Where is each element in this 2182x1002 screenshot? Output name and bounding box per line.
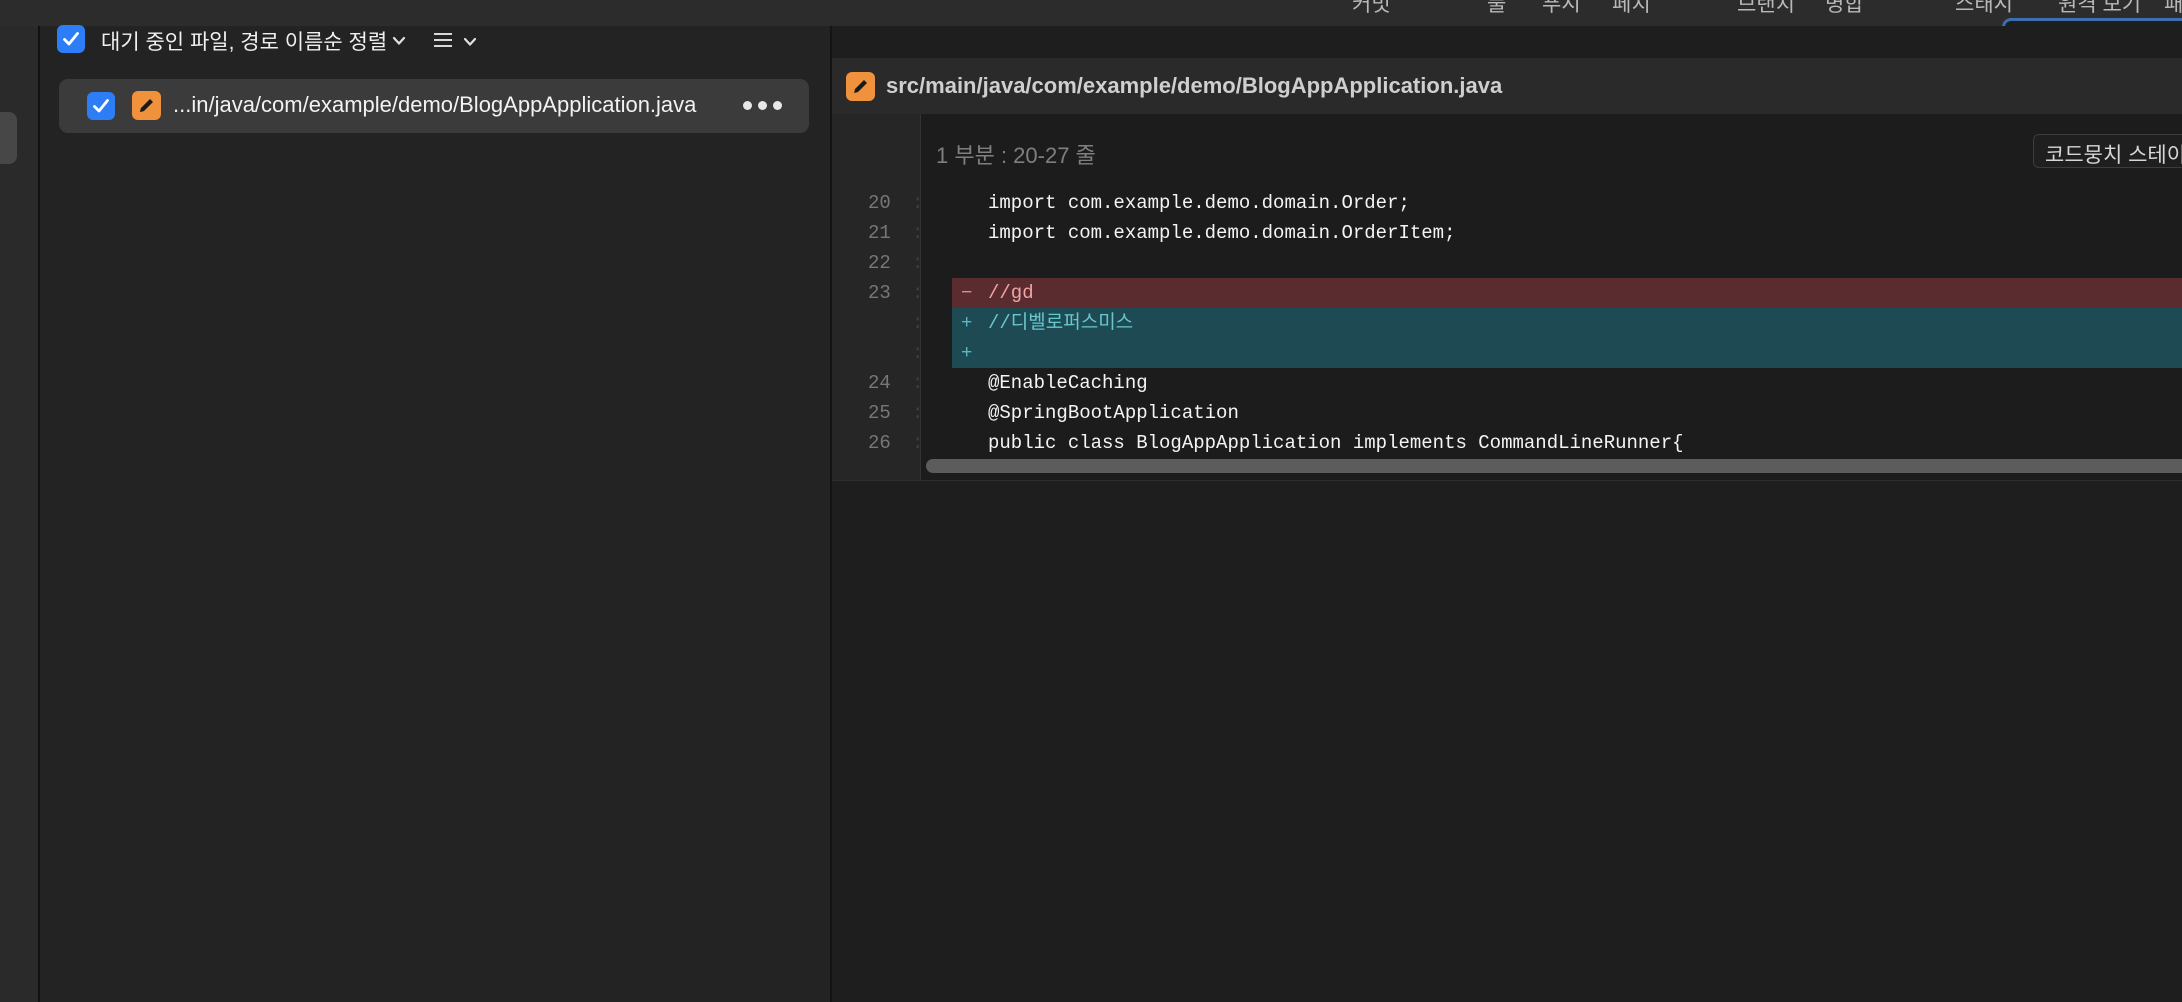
sidebar-rail <box>0 26 40 1002</box>
code-text: @SpringBootApplication <box>988 402 1239 424</box>
pencil-icon <box>854 80 867 93</box>
chevron-down-icon[interactable] <box>392 35 406 47</box>
code-line: 22: <box>832 248 2182 278</box>
line-number: 20 <box>868 192 891 214</box>
toolbar-pull-label[interactable]: 풀 <box>1487 0 1506 18</box>
toolbar-commit-label[interactable]: 커밋 <box>1352 0 1391 18</box>
toolbar-remote-label[interactable]: 원격 보기 <box>2058 0 2141 18</box>
sort-header: 대기 중인 파일, 경로 이름순 정렬 <box>40 25 830 56</box>
toolbar-branch-label[interactable]: 브랜치 <box>1737 0 1795 18</box>
code-line: 24: @EnableCaching <box>832 368 2182 398</box>
checkmark-icon <box>93 99 109 113</box>
more-dot-icon <box>773 101 782 110</box>
code-text: import com.example.demo.domain.OrderItem… <box>988 222 1456 244</box>
code-line-deleted: 23: − //gd <box>832 278 2182 308</box>
select-all-checkbox[interactable] <box>57 25 85 53</box>
scrollbar-thumb[interactable] <box>926 459 2182 473</box>
code-lines: 20: import com.example.demo.domain.Order… <box>832 188 2182 452</box>
code-text: import com.example.demo.domain.Order; <box>988 192 1410 214</box>
more-dot-icon <box>743 101 752 110</box>
checkmark-icon <box>63 32 79 46</box>
code-text: //gd <box>988 282 1034 304</box>
more-dot-icon <box>758 101 767 110</box>
chevron-down-icon[interactable] <box>463 36 477 48</box>
code-line: 25: @SpringBootApplication <box>832 398 2182 428</box>
line-number: 23 <box>868 282 891 304</box>
horizontal-scrollbar[interactable] <box>926 456 2182 476</box>
toolbar-push-label[interactable]: 푸시 <box>1542 0 1581 18</box>
line-number: 26 <box>868 432 891 452</box>
file-list-item[interactable]: ...in/java/com/example/demo/BlogAppAppli… <box>59 79 809 133</box>
code-text: public class BlogAppApplication implemen… <box>988 432 1684 452</box>
diff-marker: + <box>961 342 973 364</box>
hunk-title: 1 부분 : 20-27 줄 <box>936 143 1096 168</box>
code-text: @EnableCaching <box>988 372 1148 394</box>
diff-marker: + <box>961 312 973 334</box>
line-number: 21 <box>868 222 891 244</box>
file-path-label: ...in/java/com/example/demo/BlogAppAppli… <box>173 92 697 117</box>
diff-file-header: src/main/java/com/example/demo/BlogAppAp… <box>832 58 2182 115</box>
diff-hunk: 1 부분 : 20-27 줄 코드뭉치 스테이 20: import com.e… <box>832 114 2182 481</box>
line-number: 25 <box>868 402 891 424</box>
toolbar-merge-label[interactable]: 병합 <box>1825 0 1864 18</box>
modified-file-icon <box>132 91 161 120</box>
toolbar-more-label[interactable]: 패 <box>2164 0 2182 18</box>
code-line: 20: import com.example.demo.domain.Order… <box>832 188 2182 218</box>
code-line: 26: public class BlogAppApplication impl… <box>832 428 2182 452</box>
code-text: //디벨로퍼스미스 <box>988 312 1134 334</box>
diff-viewer: src/main/java/com/example/demo/BlogAppAp… <box>832 26 2182 1002</box>
changes-panel: 대기 중인 파일, 경로 이름순 정렬 ...in/java/com/examp… <box>40 25 832 1002</box>
line-number: 22 <box>868 252 891 274</box>
stage-hunk-button[interactable]: 코드뭉치 스테이 <box>2033 134 2182 168</box>
toolbar-stash-label[interactable]: 스태시 <box>1955 0 2013 18</box>
more-options-button[interactable] <box>741 94 785 118</box>
code-line-added: : + <box>832 338 2182 368</box>
file-stage-checkbox[interactable] <box>87 92 115 120</box>
sidebar-rail-tab[interactable] <box>0 112 17 164</box>
code-line: 21: import com.example.demo.domain.Order… <box>832 218 2182 248</box>
list-view-icon[interactable] <box>432 29 454 51</box>
diff-marker: − <box>961 282 973 304</box>
pencil-icon <box>140 99 153 112</box>
modified-file-icon <box>846 72 875 101</box>
diff-file-path: src/main/java/com/example/demo/BlogAppAp… <box>886 73 1503 98</box>
line-number: 24 <box>868 372 891 394</box>
code-line-added: : + //디벨로퍼스미스 <box>832 308 2182 338</box>
toolbar-fetch-label[interactable]: 페치 <box>1612 0 1651 18</box>
toolbar: 커밋 풀 푸시 페치 브랜치 병합 스태시 원격 보기 패 <box>0 0 2182 27</box>
sort-mode-dropdown[interactable]: 대기 중인 파일, 경로 이름순 정렬 <box>101 26 387 56</box>
